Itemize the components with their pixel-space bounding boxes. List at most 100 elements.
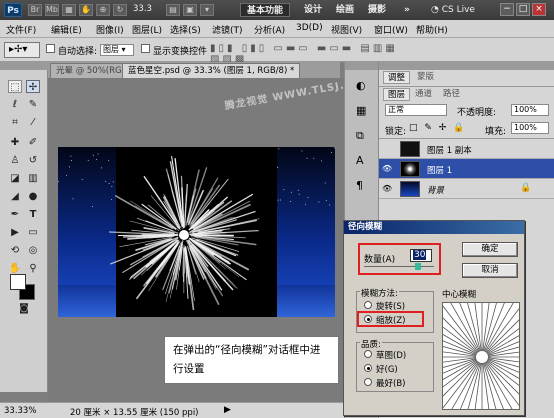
eye-icon[interactable]: 👁 <box>382 164 394 174</box>
shape-tool-icon[interactable]: ▭ <box>26 226 40 239</box>
layer-thumbnail <box>400 181 420 197</box>
blur-tool-icon[interactable]: ◢ <box>8 190 22 203</box>
blur-center-preview[interactable] <box>442 302 520 410</box>
tab-layers[interactable]: 图层 <box>383 88 411 101</box>
status-zoom[interactable]: 33.33% <box>4 406 36 416</box>
layer-name: 图层 1 副本 <box>427 146 472 156</box>
chevron-down-icon: ▾ <box>119 45 126 54</box>
tab-paths[interactable]: 路径 <box>439 88 464 101</box>
gradient-tool-icon[interactable]: ▥ <box>26 172 40 185</box>
pen-tool-icon[interactable]: ✒ <box>8 208 22 221</box>
type-tool-icon[interactable]: T <box>26 208 40 221</box>
paragraph-panel-icon[interactable]: ¶ <box>356 179 363 192</box>
color-panel-icon[interactable]: ▦ <box>356 104 366 117</box>
ok-button[interactable]: 确定 <box>462 242 518 257</box>
bridge-icon[interactable]: Br <box>28 4 42 16</box>
workspace-more[interactable]: » <box>398 3 416 17</box>
history-brush-tool-icon[interactable]: ↺ <box>26 154 40 167</box>
workspace-photography[interactable]: 摄影 <box>362 3 392 17</box>
good-radio[interactable] <box>364 364 372 372</box>
tool-preset-picker[interactable]: ▸✢▾ <box>4 42 40 58</box>
maximize-button[interactable]: □ <box>516 3 530 16</box>
menu-help[interactable]: 帮助(H) <box>416 23 448 36</box>
eye-icon[interactable]: 👁 <box>382 184 394 194</box>
layer-row-background[interactable]: 👁 背景 🔒 <box>379 179 554 199</box>
zoom-tool-icon[interactable]: ⚲ <box>26 262 40 275</box>
tab-adjustments[interactable]: 调整 <box>383 71 411 84</box>
eraser-tool-icon[interactable]: ◪ <box>8 172 22 185</box>
menu-view[interactable]: 视图(V) <box>331 23 362 36</box>
strip-header <box>345 62 379 70</box>
draft-radio[interactable] <box>364 350 372 358</box>
menu-filter[interactable]: 滤镜(T) <box>212 23 243 36</box>
spin-radio[interactable] <box>364 301 372 309</box>
path-select-tool-icon[interactable]: ▶ <box>8 226 22 239</box>
menu-file[interactable]: 文件(F) <box>6 23 36 36</box>
crop-tool-icon[interactable]: ⌗ <box>8 116 22 129</box>
menu-image[interactable]: 图像(I) <box>96 23 124 36</box>
zoom-tool-icon[interactable]: ⊕ <box>96 4 110 16</box>
foreground-color-front <box>10 274 26 290</box>
workspace-design[interactable]: 设计 <box>298 3 328 17</box>
tab-channels[interactable]: 通道 <box>411 88 436 101</box>
fill-input[interactable]: 100% <box>511 122 549 134</box>
show-transform-check[interactable] <box>141 44 150 53</box>
menu-analysis[interactable]: 分析(A) <box>254 23 285 36</box>
workspace-painting[interactable]: 绘画 <box>330 3 360 17</box>
rotate-view-icon[interactable]: ↻ <box>113 4 127 16</box>
menu-select[interactable]: 选择(S) <box>170 23 201 36</box>
marquee-tool-icon[interactable]: ⬚ <box>8 80 22 93</box>
view-extras-icon[interactable]: ▦ <box>62 4 76 16</box>
watermark-text: 腾龙视觉 WWW.TLSJ.COM <box>223 75 374 113</box>
good-label[interactable]: 好(G) <box>376 363 398 375</box>
show-transform-checkbox[interactable] <box>141 44 150 56</box>
best-label[interactable]: 最好(B) <box>376 377 405 389</box>
tab-masks[interactable]: 蒙版 <box>413 71 438 84</box>
cs-live-button[interactable]: ◔ CS Live <box>431 3 475 17</box>
character-panel-icon[interactable]: A <box>356 154 364 167</box>
extras-icon[interactable]: ▾ <box>200 4 214 16</box>
close-button[interactable]: × <box>532 3 546 16</box>
auto-select-checkbox[interactable] <box>46 44 55 56</box>
lasso-tool-icon[interactable]: ℓ <box>8 98 22 111</box>
eyedropper-tool-icon[interactable]: ⁄ <box>26 116 40 129</box>
screen-mode-icon[interactable]: ▣ <box>183 4 197 16</box>
lock-options-icons[interactable]: □ ✎ ✢ 🔒 <box>409 123 466 133</box>
move-tool-icon[interactable]: ✢ <box>26 80 40 93</box>
history-panel-icon[interactable]: ⧉ <box>356 129 364 143</box>
dodge-tool-icon[interactable]: ● <box>26 190 40 203</box>
draft-label[interactable]: 草图(D) <box>376 349 406 361</box>
3d-orbit-tool-icon[interactable]: ◎ <box>26 244 40 257</box>
align-distribute-icons[interactable]: ▮▯▮ ▯▮▯ ▭▬▭ ▬▭▬ ▤▥▦ ▧▨▩ <box>210 43 410 65</box>
hand-tool-icon[interactable]: ✋ <box>79 4 93 16</box>
status-arrow-icon[interactable]: ▶ <box>224 405 231 415</box>
workspace-essentials[interactable]: 基本功能 <box>240 3 291 17</box>
minimize-button[interactable]: − <box>500 3 514 16</box>
cancel-button[interactable]: 取消 <box>462 263 518 278</box>
quick-mask-icon[interactable]: ◙ <box>17 302 31 315</box>
auto-select-check[interactable] <box>46 44 55 53</box>
layer-row-layer1[interactable]: 👁 图层 1 <box>379 159 554 179</box>
menu-edit[interactable]: 编辑(E) <box>51 23 82 36</box>
healing-brush-tool-icon[interactable]: ✚ <box>8 136 22 149</box>
tab-glow-document[interactable]: 光晕 @ 50%(RG <box>50 63 128 78</box>
menu-3d[interactable]: 3D(D) <box>296 23 323 33</box>
document-canvas[interactable] <box>58 147 335 317</box>
menu-layer[interactable]: 图层(L) <box>132 23 162 36</box>
mini-bridge-icon[interactable]: Mb <box>45 4 59 16</box>
best-radio[interactable] <box>364 378 372 386</box>
layer-row-copy[interactable]: 图层 1 副本 <box>379 139 554 159</box>
adjust-panel-icon[interactable]: ◐ <box>356 79 366 92</box>
clone-stamp-tool-icon[interactable]: ♙ <box>8 154 22 167</box>
menu-window[interactable]: 窗口(W) <box>374 23 408 36</box>
application-bar: Ps Br Mb ▦ ✋ ⊕ ↻ 33.3 ▤ ▣ ▾ 基本功能 设计 绘画 摄… <box>0 0 554 20</box>
zoom-level[interactable]: 33.3 <box>133 4 167 16</box>
auto-select-dropdown[interactable]: 图层 ▾ <box>100 44 134 56</box>
arrange-documents-icon[interactable]: ▤ <box>166 4 180 16</box>
quick-select-tool-icon[interactable]: ✎ <box>26 98 40 111</box>
tab-blue-starry-sky-document[interactable]: 蓝色星空.psd @ 33.3% (图层 1, RGB/8) * <box>122 63 301 78</box>
3d-rotate-tool-icon[interactable]: ⟲ <box>8 244 22 257</box>
brush-tool-icon[interactable]: ✐ <box>26 136 40 149</box>
blend-mode-dropdown[interactable]: 正常 <box>385 104 447 116</box>
opacity-input[interactable]: 100% <box>511 104 549 116</box>
